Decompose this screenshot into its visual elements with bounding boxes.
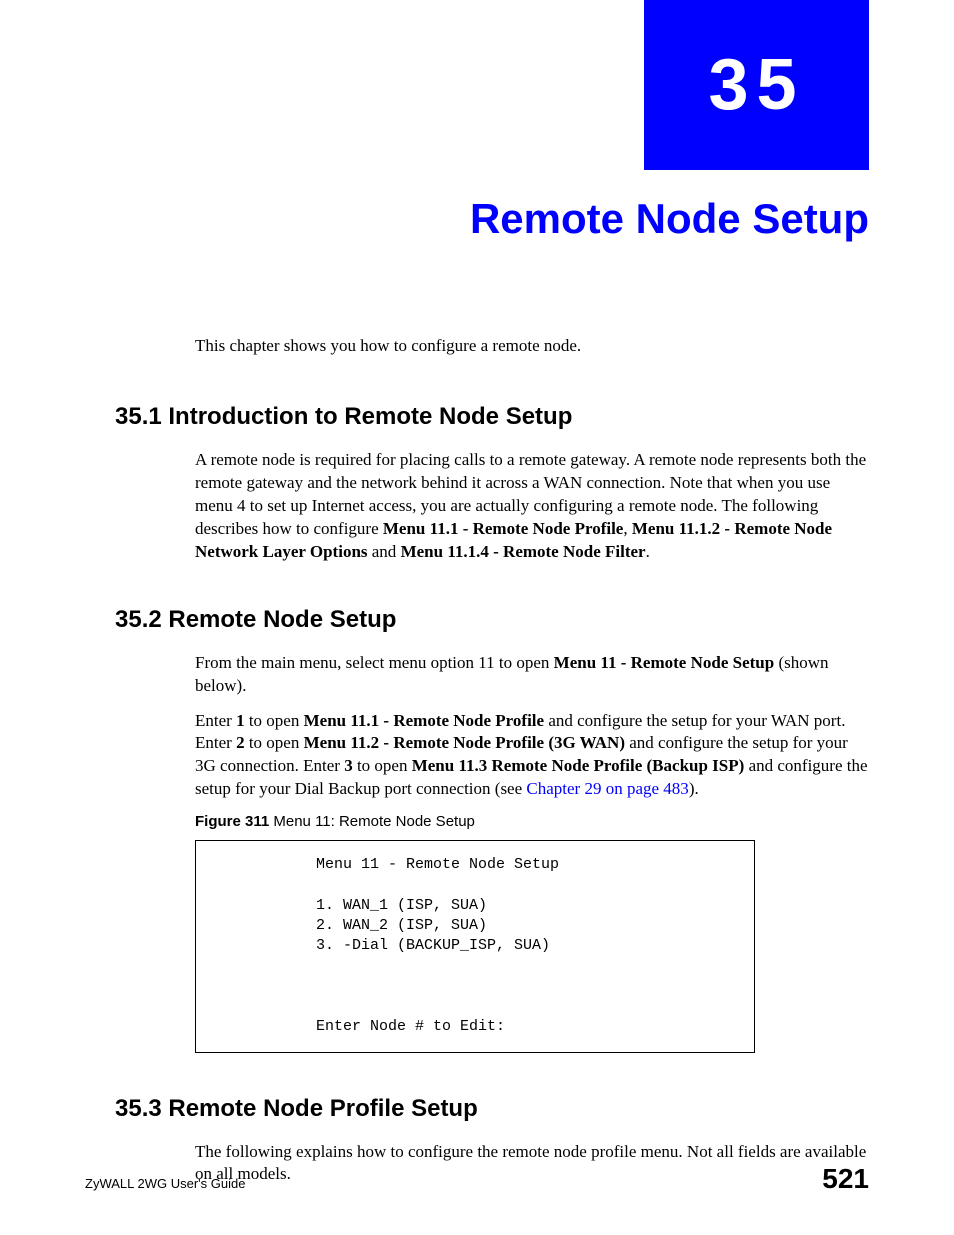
figure-title: Menu 11: Remote Node Setup bbox=[273, 813, 475, 830]
text-run: Enter bbox=[195, 711, 236, 730]
section-35-2-paragraph-2: Enter 1 to open Menu 11.1 - Remote Node … bbox=[195, 710, 869, 802]
chapter-number: 35 bbox=[708, 44, 804, 126]
section-35-2-paragraph-1: From the main menu, select menu option 1… bbox=[195, 652, 869, 698]
text-run: to open bbox=[245, 711, 304, 730]
page-footer: ZyWALL 2WG User's Guide 521 bbox=[85, 1163, 869, 1195]
chapter-number-box: 35 bbox=[644, 0, 869, 170]
text-run: From the main menu, select menu option 1… bbox=[195, 653, 554, 672]
text-bold: 2 bbox=[236, 733, 245, 752]
text-run: ). bbox=[689, 779, 699, 798]
text-run: to open bbox=[353, 756, 412, 775]
section-heading-35-1: 35.1 Introduction to Remote Node Setup bbox=[115, 403, 869, 431]
figure-caption: Figure 311 Menu 11: Remote Node Setup bbox=[195, 813, 869, 830]
page-content: This chapter shows you how to configure … bbox=[115, 335, 869, 1198]
text-run: . bbox=[646, 542, 650, 561]
text-run: , bbox=[623, 519, 632, 538]
text-bold: 1 bbox=[236, 711, 245, 730]
menu-screenshot-box: Menu 11 - Remote Node Setup 1. WAN_1 (IS… bbox=[195, 840, 755, 1052]
text-bold: 3 bbox=[344, 756, 353, 775]
footer-guide-name: ZyWALL 2WG User's Guide bbox=[85, 1176, 245, 1191]
section-heading-35-3: 35.3 Remote Node Profile Setup bbox=[115, 1095, 869, 1123]
text-bold: Menu 11 - Remote Node Setup bbox=[554, 653, 775, 672]
text-run: to open bbox=[245, 733, 304, 752]
chapter-intro: This chapter shows you how to configure … bbox=[195, 335, 869, 358]
section-35-1-paragraph: A remote node is required for placing ca… bbox=[195, 449, 869, 564]
section-heading-35-2: 35.2 Remote Node Setup bbox=[115, 606, 869, 634]
text-bold: Menu 11.1 - Remote Node Profile bbox=[304, 711, 544, 730]
text-bold: Menu 11.1 - Remote Node Profile bbox=[383, 519, 623, 538]
figure-label: Figure 311 bbox=[195, 813, 273, 830]
chapter-title: Remote Node Setup bbox=[470, 195, 869, 243]
text-bold: Menu 11.1.4 - Remote Node Filter bbox=[401, 542, 646, 561]
text-run: and bbox=[368, 542, 401, 561]
footer-page-number: 521 bbox=[822, 1163, 869, 1195]
cross-reference-link[interactable]: Chapter 29 on page 483 bbox=[526, 779, 688, 798]
text-bold: Menu 11.2 - Remote Node Profile (3G WAN) bbox=[304, 733, 625, 752]
text-bold: Menu 11.3 Remote Node Profile (Backup IS… bbox=[412, 756, 745, 775]
